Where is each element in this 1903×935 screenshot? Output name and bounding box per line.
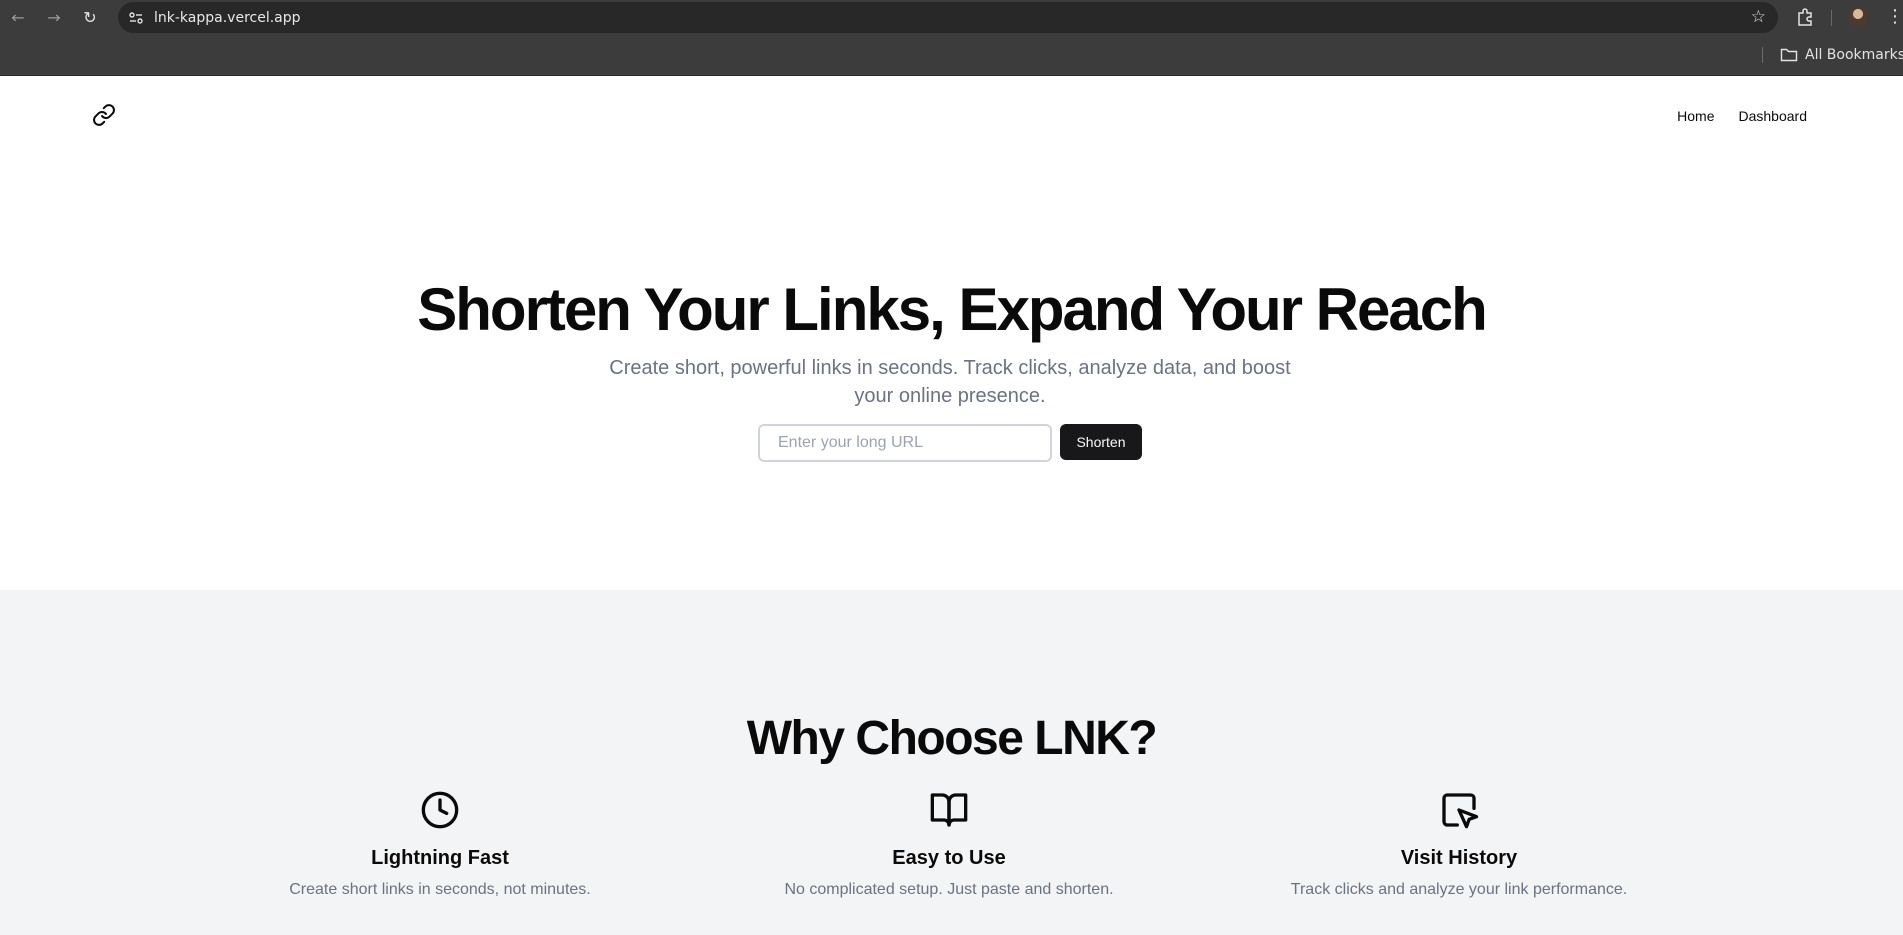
nav-home-link[interactable]: Home: [1677, 108, 1714, 124]
feature-card: Lightning Fast Create short links in sec…: [230, 790, 650, 900]
long-url-input[interactable]: [758, 424, 1052, 462]
main-nav: Home Dashboard: [1677, 108, 1807, 124]
hero-title: Shorten Your Links, Expand Your Reach: [417, 276, 1487, 343]
site-settings-icon[interactable]: [127, 9, 145, 27]
link-icon[interactable]: [92, 103, 116, 127]
feature-description: No complicated setup. Just paste and sho…: [784, 881, 1114, 898]
extensions-icon[interactable]: [1795, 7, 1815, 27]
url-text[interactable]: lnk-kappa.vercel.app: [154, 10, 301, 26]
bookmarks-divider: [1762, 47, 1763, 63]
feature-card: Visit History Track clicks and analyze y…: [1249, 790, 1669, 900]
feature-description: Create short links in seconds, not minut…: [289, 881, 591, 898]
features-section: Why Choose LNK? Lightning Fast Create sh…: [0, 590, 1903, 935]
feature-title: Lightning Fast: [371, 847, 509, 869]
folder-icon: [1780, 48, 1798, 62]
forward-icon[interactable]: →: [44, 8, 64, 28]
feature-description: Track clicks and analyze your link perfo…: [1290, 881, 1628, 898]
book-open-icon: [930, 793, 968, 827]
browser-toolbar: ← → ↻ lnk-kappa.vercel.app ☆ ⋮: [0, 0, 1903, 35]
feature-title: Easy to Use: [892, 847, 1006, 869]
bookmarks-bar: All Bookmarks: [0, 35, 1903, 76]
reload-icon[interactable]: ↻: [80, 8, 100, 28]
cursor-click-icon: [1442, 793, 1479, 829]
nav-dashboard-link[interactable]: Dashboard: [1739, 108, 1808, 124]
shorten-button[interactable]: Shorten: [1060, 424, 1142, 460]
profile-avatar[interactable]: [1848, 7, 1868, 27]
bookmark-star-icon[interactable]: ☆: [1751, 7, 1766, 27]
address-bar[interactable]: lnk-kappa.vercel.app ☆: [118, 2, 1778, 33]
hero-subtitle: Create short, powerful links in seconds.…: [609, 357, 1291, 407]
menu-kebab-icon[interactable]: ⋮: [1886, 6, 1903, 27]
toolbar-divider: [1831, 10, 1832, 26]
feature-title: Visit History: [1400, 847, 1518, 869]
all-bookmarks-link[interactable]: All Bookmarks: [1805, 47, 1903, 63]
back-icon[interactable]: ←: [8, 8, 28, 28]
features-title: Why Choose LNK?: [746, 712, 1158, 765]
clock-icon: [421, 791, 459, 829]
feature-card: Easy to Use No complicated setup. Just p…: [739, 790, 1159, 900]
page: Home Dashboard Shorten Your Links, Expan…: [0, 76, 1903, 935]
